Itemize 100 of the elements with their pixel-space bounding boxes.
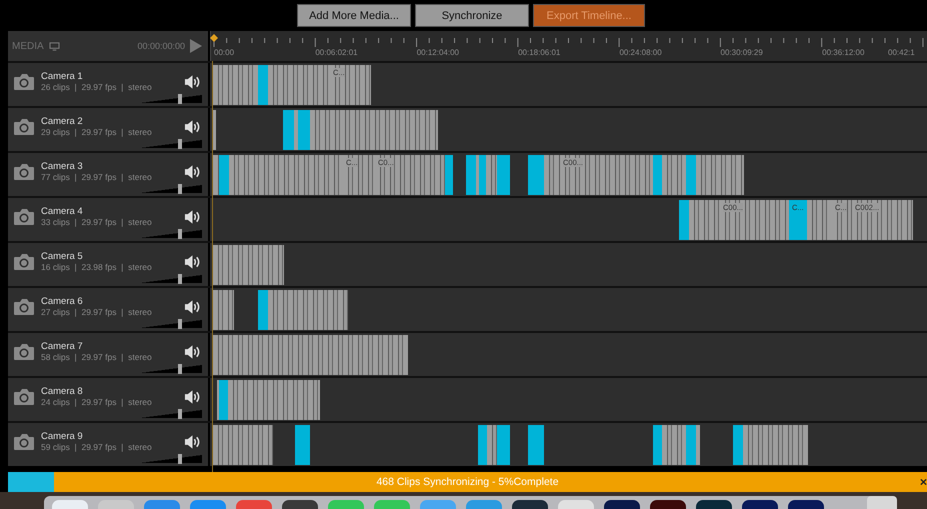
ruler-label: 00:30:09:29 bbox=[720, 48, 763, 57]
speaker-icon[interactable] bbox=[184, 390, 201, 404]
track-header[interactable]: Camera 6 27 clips | 29.97 fps | stereo bbox=[8, 288, 208, 331]
track-info: 26 clips | 29.97 fps | stereo bbox=[41, 82, 152, 92]
track-header[interactable]: Camera 4 33 clips | 29.97 fps | stereo bbox=[8, 198, 208, 241]
clip[interactable] bbox=[213, 110, 216, 150]
speaker-icon[interactable] bbox=[184, 165, 201, 179]
clip[interactable] bbox=[689, 200, 720, 240]
clip[interactable] bbox=[213, 65, 258, 105]
clip[interactable] bbox=[696, 155, 744, 195]
volume-thumb[interactable] bbox=[178, 229, 182, 239]
clip[interactable] bbox=[662, 425, 686, 465]
camera-icon bbox=[13, 432, 35, 450]
track-header[interactable]: Camera 2 29 clips | 29.97 fps | stereo bbox=[8, 108, 208, 151]
synced-clip[interactable] bbox=[733, 425, 743, 465]
clip[interactable] bbox=[213, 290, 234, 330]
clip[interactable] bbox=[662, 155, 686, 195]
timeline-ruler[interactable]: 00:00 00:06:02:01 00:12:04:00 00:18:06:01 00:24:08:00 00:30:09:29 00:36:12:00 00:42:1 bbox=[210, 31, 927, 61]
synced-clip[interactable] bbox=[219, 155, 229, 195]
clip[interactable] bbox=[213, 155, 219, 195]
synced-clip[interactable] bbox=[497, 155, 510, 195]
track-header[interactable]: Camera 3 77 clips | 29.97 fps | stereo bbox=[8, 153, 208, 196]
track-header[interactable]: Camera 1 26 clips | 29.97 fps | stereo bbox=[8, 63, 208, 106]
synced-clip[interactable] bbox=[219, 380, 228, 420]
ruler-label: 00:42:1 bbox=[888, 48, 915, 57]
ruler-label: 00:24:08:00 bbox=[619, 48, 662, 57]
clip[interactable] bbox=[544, 155, 560, 195]
play-icon[interactable] bbox=[190, 39, 202, 53]
clip[interactable] bbox=[228, 380, 320, 420]
synced-clip[interactable] bbox=[528, 425, 544, 465]
synced-clip[interactable] bbox=[679, 200, 689, 240]
ruler-label: 00:06:02:01 bbox=[315, 48, 358, 57]
track-header[interactable]: Camera 7 58 clips | 29.97 fps | stereo bbox=[8, 333, 208, 376]
speaker-icon[interactable] bbox=[184, 210, 201, 224]
track-info: 77 clips | 29.97 fps | stereo bbox=[41, 172, 152, 182]
track-name: Camera 2 bbox=[41, 116, 84, 127]
synced-clip[interactable] bbox=[478, 425, 487, 465]
clip[interactable] bbox=[213, 425, 273, 465]
synced-clip[interactable] bbox=[466, 155, 476, 195]
track-name: Camera 9 bbox=[41, 431, 84, 442]
synced-clip[interactable] bbox=[295, 425, 310, 465]
track-header[interactable]: Camera 5 16 clips | 23.98 fps | stereo bbox=[8, 243, 208, 286]
synced-clip[interactable] bbox=[258, 65, 268, 105]
volume-thumb[interactable] bbox=[178, 274, 182, 284]
volume-thumb[interactable] bbox=[178, 409, 182, 419]
clip[interactable] bbox=[213, 335, 408, 375]
synced-clip[interactable] bbox=[686, 425, 696, 465]
ruler-label: 00:36:12:00 bbox=[822, 48, 864, 57]
speaker-icon[interactable] bbox=[184, 120, 201, 134]
camera-icon bbox=[13, 252, 35, 270]
clip[interactable] bbox=[476, 155, 479, 195]
media-label: MEDIA bbox=[12, 40, 44, 52]
speaker-icon[interactable] bbox=[184, 345, 201, 359]
clip[interactable] bbox=[213, 245, 284, 285]
ruler-label: 00:00 bbox=[214, 48, 234, 57]
synced-clip[interactable] bbox=[445, 155, 453, 195]
synced-clip[interactable] bbox=[653, 425, 662, 465]
track-info: 29 clips | 29.97 fps | stereo bbox=[41, 127, 152, 137]
clip[interactable] bbox=[486, 155, 497, 195]
track-info: 59 clips | 29.97 fps | stereo bbox=[41, 442, 152, 452]
track-header[interactable]: Camera 9 59 clips | 29.97 fps | stereo bbox=[8, 423, 208, 466]
clip[interactable] bbox=[294, 110, 298, 150]
toolbar-button[interactable]: Synchronize bbox=[415, 4, 529, 27]
synced-clip[interactable] bbox=[298, 110, 310, 150]
camera-icon bbox=[13, 72, 35, 90]
clip[interactable] bbox=[229, 155, 343, 195]
synced-clip[interactable] bbox=[283, 110, 294, 150]
volume-thumb[interactable] bbox=[178, 454, 182, 464]
volume-thumb[interactable] bbox=[178, 319, 182, 329]
close-icon[interactable] bbox=[920, 478, 927, 486]
track-info: 33 clips | 29.97 fps | stereo bbox=[41, 217, 152, 227]
timecode: 00:00:00:00 bbox=[137, 41, 185, 51]
speaker-icon[interactable] bbox=[184, 300, 201, 314]
track-name: Camera 6 bbox=[41, 296, 84, 307]
synced-clip[interactable] bbox=[686, 155, 696, 195]
clip[interactable] bbox=[696, 425, 700, 465]
clip[interactable] bbox=[743, 425, 808, 465]
synced-clip[interactable] bbox=[479, 155, 486, 195]
track-header[interactable]: Camera 8 24 clips | 29.97 fps | stereo bbox=[8, 378, 208, 421]
synced-clip[interactable] bbox=[653, 155, 662, 195]
volume-thumb[interactable] bbox=[178, 139, 182, 149]
clip[interactable] bbox=[807, 200, 832, 240]
synced-clip[interactable] bbox=[258, 290, 268, 330]
toolbar-button[interactable]: Add More Media... bbox=[297, 4, 411, 27]
volume-thumb[interactable] bbox=[178, 184, 182, 194]
speaker-icon[interactable] bbox=[184, 75, 201, 89]
clip[interactable] bbox=[487, 425, 497, 465]
speaker-icon[interactable] bbox=[184, 255, 201, 269]
camera-icon bbox=[13, 342, 35, 360]
speaker-icon[interactable] bbox=[184, 435, 201, 449]
clip[interactable] bbox=[310, 110, 438, 150]
volume-thumb[interactable] bbox=[178, 94, 182, 104]
synced-clip[interactable] bbox=[528, 155, 544, 195]
clip[interactable] bbox=[268, 290, 348, 330]
track-info: 27 clips | 29.97 fps | stereo bbox=[41, 307, 152, 317]
clip[interactable] bbox=[268, 65, 330, 105]
synced-clip[interactable] bbox=[497, 425, 510, 465]
volume-thumb[interactable] bbox=[178, 364, 182, 374]
playhead-icon[interactable] bbox=[210, 34, 218, 42]
camera-icon bbox=[13, 208, 35, 226]
